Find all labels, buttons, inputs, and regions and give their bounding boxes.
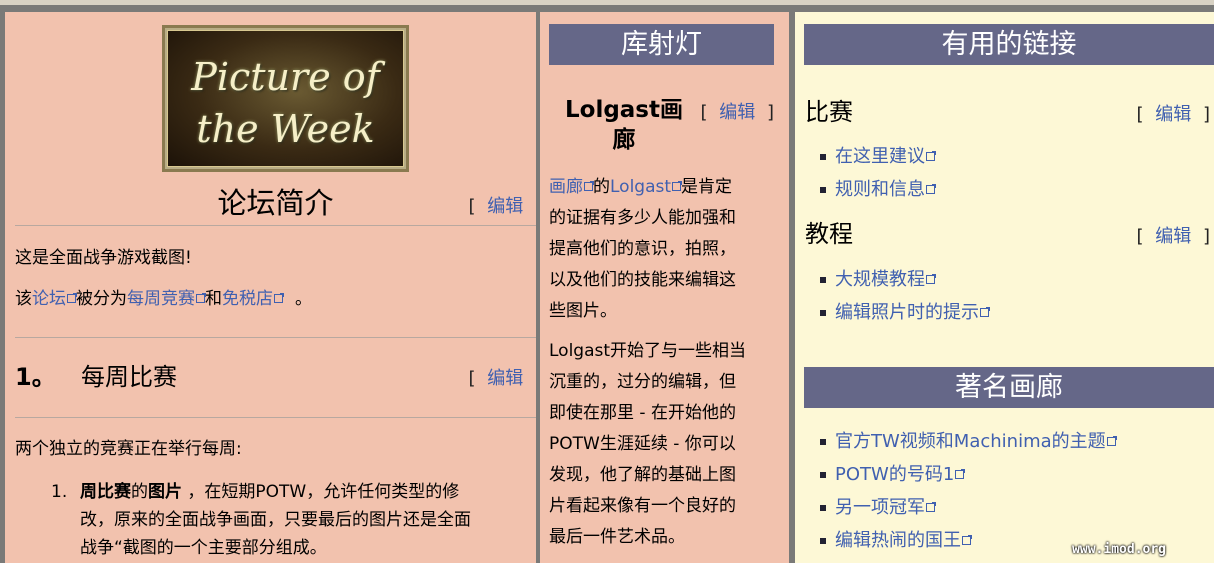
left-column: Picture of the Week 论坛简介 [ 编辑 ] 这是全面战争游戏… xyxy=(5,12,536,563)
tutorial-heading: 教程 xyxy=(805,220,853,248)
lolgast-link[interactable]: Lolgast xyxy=(610,177,671,197)
logo-text-line2: the Week xyxy=(196,107,375,151)
divider xyxy=(15,417,536,418)
gallery-heading: Lolgast画 廊 [ 编辑 ] xyxy=(549,95,774,157)
gallery-para2: Lolgast开始了与一些相当 沉重的，过分的编辑，但 即使在那里 - 在开始他… xyxy=(549,341,747,547)
external-link-icon xyxy=(980,307,990,317)
contest-heading-row: 比赛 [ 编辑 ] xyxy=(805,94,1214,130)
tutorial-edit-link[interactable]: 编辑 xyxy=(1155,226,1191,247)
official-tw-video-link[interactable]: 官方TW视频和Machinima的主题 xyxy=(835,431,1106,452)
famous-galleries-banner: 著名画廊 xyxy=(804,367,1214,408)
potw-number1-link[interactable]: POTW的号码1 xyxy=(835,464,954,485)
external-link-icon xyxy=(672,181,683,191)
edit-king-link[interactable]: 编辑热闹的国王 xyxy=(835,530,961,551)
section-edit: [ 编辑 ] xyxy=(468,368,536,389)
external-link-icon xyxy=(1106,436,1117,446)
another-champion-link[interactable]: 另一项冠军 xyxy=(835,497,925,518)
list-item: 官方TW视频和Machinima的主题 xyxy=(805,425,1117,458)
section-heading-row: 1。 每周比赛 [ 编辑 ] xyxy=(15,357,536,397)
list-item: POTW的号码1 xyxy=(805,458,1116,491)
gallery-edit: [ 编辑 ] xyxy=(700,102,774,123)
section-title: 每周比赛 xyxy=(81,363,177,391)
photo-tips-link[interactable]: 编辑照片时的提示 xyxy=(835,302,979,323)
large-tutorial-link[interactable]: 大规模教程 xyxy=(835,269,925,290)
tutorial-edit: [ 编辑 ] xyxy=(1136,226,1210,247)
suggest-here-link[interactable]: 在这里建议 xyxy=(835,146,925,167)
external-link-icon xyxy=(584,181,594,191)
external-link-icon xyxy=(274,293,284,303)
list-item: 1. 周比赛的图片 ，在短期POTW，允许任何类型的修 改，原来的全面战争画面，… xyxy=(51,478,536,562)
gallery-links: 官方TW视频和Machinima的主题 POTW的号码1 另一项冠军 编辑热闹的… xyxy=(805,425,1117,557)
weekly-contest-link[interactable]: 每周竞赛 xyxy=(127,289,195,309)
gallery-title-line1: Lolgast画 xyxy=(564,97,683,123)
section-edit-link[interactable]: 编辑 xyxy=(487,368,523,389)
divider xyxy=(15,225,536,226)
intro-edit: [ 编辑 ] xyxy=(468,196,536,217)
right-column: 有用的链接 比赛 [ 编辑 ] 在这里建议 规则和信息 教程 [ 编辑 ] 大规… xyxy=(795,12,1214,563)
watermark: www.imod.org xyxy=(1072,542,1166,557)
intro-line2: 该论坛 被分为每周竞赛 和免税店。 xyxy=(15,289,312,309)
section-desc: 两个独立的竞赛正在举行每周: xyxy=(15,439,242,459)
tutorial-heading-row: 教程 [ 编辑 ] xyxy=(805,216,1214,252)
list-marker: 1. xyxy=(51,482,68,502)
external-link-icon xyxy=(67,293,77,303)
external-link-icon xyxy=(926,502,936,512)
rules-info-link[interactable]: 规则和信息 xyxy=(835,179,925,200)
duty-free-link[interactable]: 免税店 xyxy=(222,289,273,309)
intro-edit-link[interactable]: 编辑 xyxy=(487,196,523,217)
intro-line1: 这是全面战争游戏截图! xyxy=(15,248,192,268)
list-item: 规则和信息 xyxy=(805,173,936,206)
contest-links: 在这里建议 规则和信息 xyxy=(805,140,936,206)
external-link-icon xyxy=(955,469,966,479)
contest-edit-link[interactable]: 编辑 xyxy=(1155,104,1191,125)
external-link-icon xyxy=(196,293,206,303)
potw-logo: Picture of the Week xyxy=(162,25,409,172)
forum-link[interactable]: 论坛 xyxy=(32,289,66,309)
contest-edit: [ 编辑 ] xyxy=(1136,104,1210,125)
list-item: 编辑照片时的提示 xyxy=(805,296,990,329)
divider xyxy=(15,337,536,338)
tutorial-links: 大规模教程 编辑照片时的提示 xyxy=(805,263,990,329)
gallery-title-line2: 廊 xyxy=(612,127,636,153)
gallery-para1: 画廊 的Lolgast 是肯定 的证据有多少人能加强和 提高他们的意识，拍照， 以及… xyxy=(549,177,736,321)
intro-heading-row: 论坛简介 [ 编辑 ] xyxy=(15,182,536,224)
list-item: 大规模教程 xyxy=(805,263,989,296)
middle-column: 库射灯 Lolgast画 廊 [ 编辑 ] 画廊 的Lolgast 是肯定 的证据有… xyxy=(540,12,789,563)
list-item: 在这里建议 xyxy=(805,140,936,173)
list-item: 编辑热闹的国王 xyxy=(805,524,1116,557)
gallery-link[interactable]: 画廊 xyxy=(549,177,583,197)
top-border xyxy=(0,0,1214,5)
section-number: 1。 xyxy=(15,363,56,391)
spotlight-banner: 库射灯 xyxy=(549,24,774,65)
external-link-icon xyxy=(926,151,936,161)
list-item: 另一项冠军 xyxy=(805,491,1116,524)
useful-links-banner: 有用的链接 xyxy=(804,24,1214,65)
external-link-icon xyxy=(926,184,936,194)
external-link-icon xyxy=(962,535,972,545)
external-link-icon xyxy=(926,274,936,284)
intro-title: 论坛简介 xyxy=(217,186,334,220)
logo-text-line1: Picture of xyxy=(191,55,380,99)
contest-heading: 比赛 xyxy=(805,98,853,126)
gallery-edit-link[interactable]: 编辑 xyxy=(719,102,755,123)
